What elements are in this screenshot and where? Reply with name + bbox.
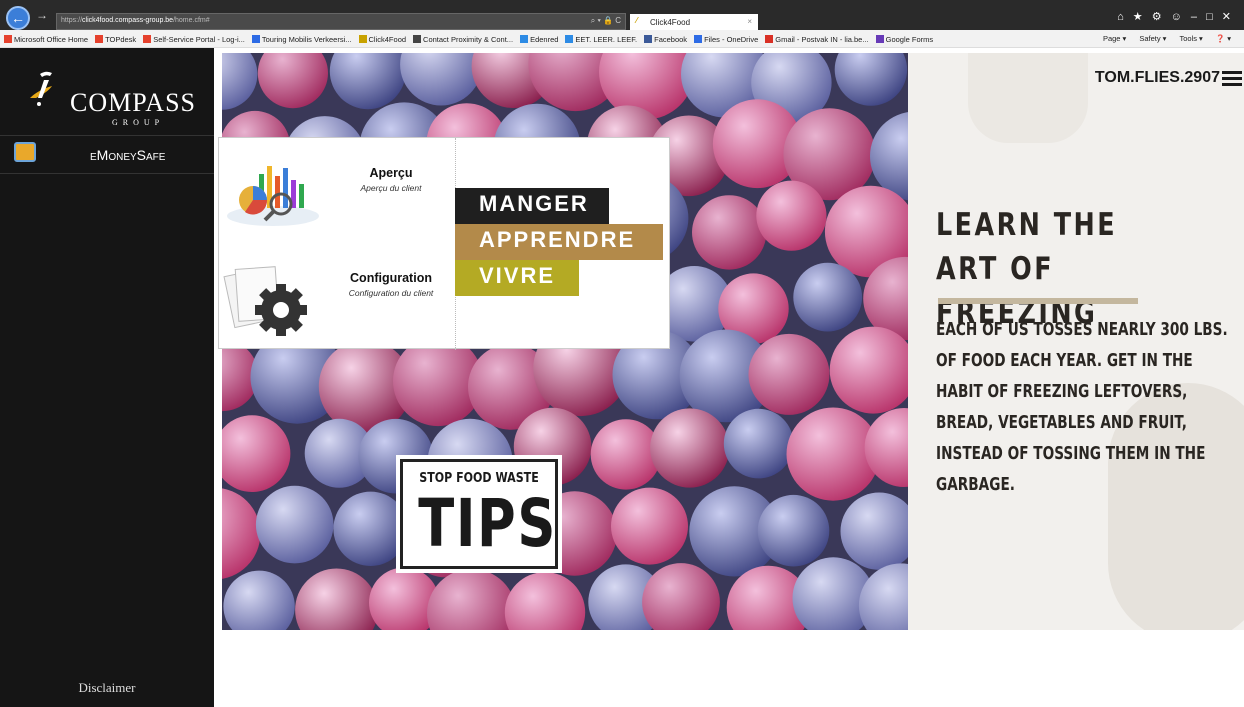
- favorite-link[interactable]: Edenred: [520, 35, 558, 44]
- favorite-link[interactable]: Google Forms: [875, 35, 933, 44]
- menu-tile-title: Aperçu: [369, 166, 413, 180]
- favorite-icon: [143, 35, 152, 43]
- back-arrow-icon[interactable]: ←: [6, 6, 30, 30]
- berry-shape: [748, 333, 830, 415]
- settings-gear-icon: [223, 266, 307, 336]
- toolbar-command[interactable]: Safety ▾: [1139, 34, 1166, 43]
- favorite-link[interactable]: Microsoft Office Home: [4, 35, 88, 44]
- favorite-icon: [520, 35, 529, 43]
- berry-shape: [257, 53, 328, 109]
- compass-group-logo[interactable]: COMPASS GROUP: [0, 48, 214, 136]
- promo-panel: LEARN THE ART OF FREEZING EACH OF US TOS…: [908, 53, 1244, 630]
- berry-shape: [757, 494, 830, 567]
- berry-shape: [858, 563, 908, 630]
- berry-shape: [611, 487, 688, 565]
- promo-body-text: EACH OF US TOSSES NEARLY 300 LBS. OF FOO…: [936, 320, 1228, 495]
- window-controls[interactable]: ⌂ ★ ⚙ ☺ – □ ✕: [1117, 10, 1234, 23]
- sidebar-item-emoneysafe[interactable]: eMoneySafe: [0, 136, 214, 174]
- favorite-icon: [765, 35, 774, 43]
- promo-divider: [938, 298, 1138, 304]
- wallet-icon: [14, 142, 36, 162]
- menu-tile-apercu[interactable]: Aperçu Aperçu du client: [219, 138, 455, 244]
- favorite-link[interactable]: Files - OneDrive: [694, 35, 758, 44]
- berry-shape: [427, 568, 517, 630]
- address-bar[interactable]: https://click4food.compass-group.be/home…: [56, 13, 626, 30]
- forward-arrow-icon[interactable]: →: [36, 8, 48, 22]
- address-controls[interactable]: ⌕ ▾ 🔒 C: [591, 16, 621, 26]
- favorite-link[interactable]: Self-Service Portal - Log-i...: [143, 35, 245, 44]
- berry-shape: [650, 408, 730, 488]
- favorite-link[interactable]: Touring Mobilis Verkeersi...: [251, 35, 352, 44]
- berry-shape: [295, 568, 378, 630]
- sidebar-item-label: eMoneySafe: [90, 147, 166, 163]
- compass-logo-mark-icon: [30, 71, 52, 106]
- berry-shape: [222, 53, 258, 110]
- favorite-link[interactable]: EET. LEER. LEEF.: [565, 35, 637, 44]
- favorite-icon: [694, 35, 703, 43]
- brand-word-apprendre: APPRENDRE: [455, 224, 663, 260]
- berry-shape: [756, 180, 827, 251]
- brand-word-manger: MANGER: [455, 188, 609, 224]
- berry-shape: [590, 419, 662, 490]
- menu-tile-title: Configuration: [350, 271, 432, 285]
- berry-shape: [333, 491, 408, 566]
- toolbar-command[interactable]: ❓ ▾: [1216, 34, 1231, 43]
- berry-shape: [329, 53, 406, 110]
- favorite-link[interactable]: Click4Food: [358, 35, 406, 44]
- toolbar-command[interactable]: Page ▾: [1103, 34, 1126, 43]
- chart-overview-icon: [227, 166, 319, 226]
- favorite-icon: [251, 35, 260, 43]
- berry-shape: [692, 195, 767, 270]
- menu-tile-subtitle: Aperçu du client: [360, 183, 422, 193]
- berry-shape: [793, 262, 863, 332]
- berry-shape: [222, 488, 261, 579]
- favorite-icon: [4, 35, 12, 43]
- hamburger-menu-icon[interactable]: [1222, 71, 1242, 86]
- berry-shape: [829, 326, 908, 414]
- favorite-link[interactable]: Gmail - Postvak IN - lia.be...: [765, 35, 869, 44]
- favorite-icon: [95, 35, 104, 43]
- address-path: /home.cfm#: [173, 17, 210, 24]
- berry-shape: [834, 53, 908, 106]
- berry-shape: [255, 485, 334, 564]
- tab-title: Click4Food: [650, 18, 691, 27]
- address-host: click4food.compass-group.be: [82, 17, 174, 24]
- favorite-icon: [413, 35, 422, 43]
- favorite-link[interactable]: Contact Proximity & Cont...: [413, 35, 513, 44]
- favorite-icon: [644, 35, 653, 43]
- favorite-icon: [358, 35, 367, 43]
- berry-shape: [642, 563, 720, 630]
- logo-subtext: GROUP: [112, 118, 165, 127]
- sidebar: COMPASS GROUP eMoneySafe Disclaimer: [0, 48, 214, 707]
- favorite-link[interactable]: TOPdesk: [95, 35, 136, 44]
- favorite-link[interactable]: Facebook: [644, 35, 687, 44]
- berry-shape: [840, 492, 908, 570]
- address-prefix: https://: [61, 17, 83, 24]
- tab-click4food[interactable]: ⁄ Click4Food ×: [630, 14, 758, 30]
- toolbar-commands: Page ▾ Safety ▾ Tools ▾ ❓ ▾: [1097, 34, 1238, 43]
- tab-close-icon[interactable]: ×: [747, 17, 752, 26]
- favorite-icon: [565, 35, 574, 43]
- menu-tile-configuration[interactable]: Configuration Configuration du client: [219, 244, 455, 350]
- tips-title: TIPS: [418, 485, 557, 562]
- berry-shape: [504, 572, 586, 630]
- menu-tile-subtitle: Configuration du client: [348, 288, 434, 298]
- berry-shape: [223, 570, 295, 630]
- click4food-favicon-icon: ⁄: [636, 16, 638, 25]
- brand-word-vivre: VIVRE: [455, 260, 579, 296]
- user-menu[interactable]: TOM.FLIES.2907: [1060, 61, 1244, 87]
- favorite-icon: [875, 35, 884, 43]
- username-label[interactable]: TOM.FLIES.2907: [1095, 69, 1220, 87]
- stop-food-waste-tips-badge: STOP FOOD WASTE TIPS: [396, 455, 562, 573]
- browser-title-bar: ← → https://click4food.compass-group.be/…: [0, 0, 1244, 30]
- berry-shape: [723, 408, 794, 479]
- toolbar-command[interactable]: Tools ▾: [1179, 34, 1202, 43]
- berry-shape: [222, 415, 291, 492]
- logo-text: COMPASS: [70, 88, 197, 117]
- disclaimer-link[interactable]: Disclaimer: [0, 680, 214, 696]
- favorites-bar: Microsoft Office Home TOPdesk Self-Service…: [0, 30, 1244, 48]
- berry-shape: [400, 53, 483, 106]
